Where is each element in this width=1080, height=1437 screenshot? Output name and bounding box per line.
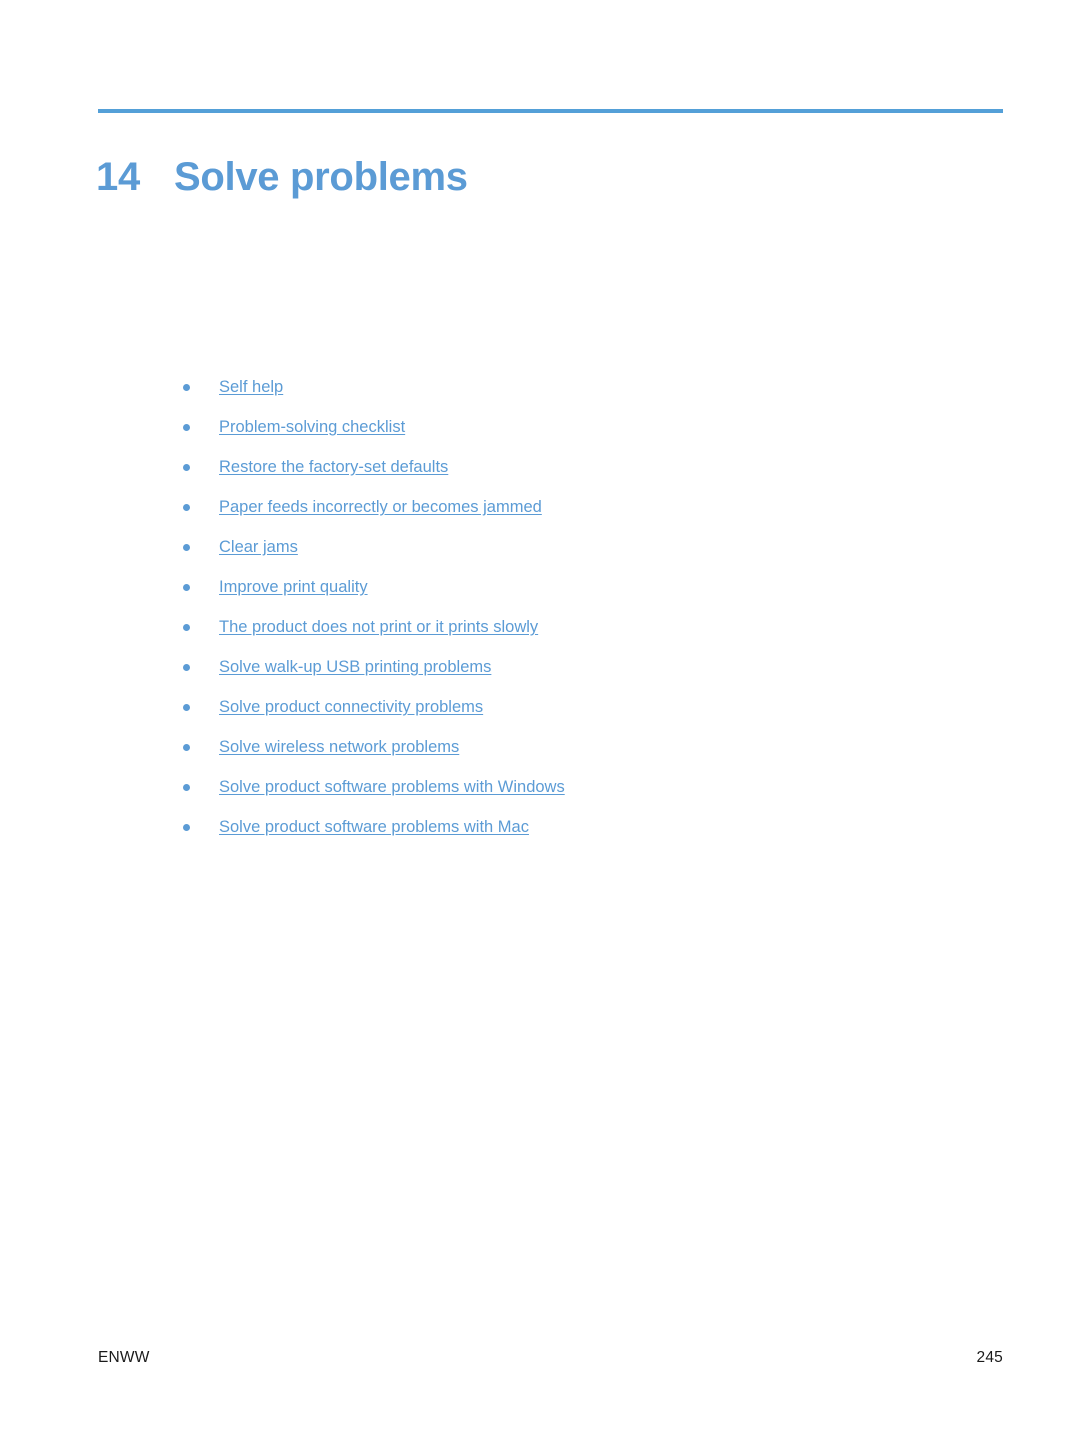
toc-link-restore-factory-set-defaults[interactable]: Restore the factory-set defaults	[219, 457, 448, 478]
page-title: 14 Solve problems	[96, 151, 1001, 203]
toc-link-improve-print-quality[interactable]: Improve print quality	[219, 577, 368, 598]
list-item[interactable]: Clear jams	[180, 537, 960, 577]
list-item[interactable]: Paper feeds incorrectly or becomes jamme…	[180, 497, 960, 537]
toc-link-clear-jams[interactable]: Clear jams	[219, 537, 298, 558]
list-item[interactable]: Solve wireless network problems	[180, 737, 960, 777]
bullet-dot-icon	[183, 744, 190, 751]
toc-link-product-connectivity[interactable]: Solve product connectivity problems	[219, 697, 483, 718]
toc-link-software-problems-mac[interactable]: Solve product software problems with Mac	[219, 817, 529, 838]
chapter-title-text: Solve problems	[174, 154, 468, 199]
bullet-dot-icon	[183, 504, 190, 511]
toc-link-product-does-not-print[interactable]: The product does not print or it prints …	[219, 617, 538, 638]
document-page: 14 Solve problems Self help Problem-solvi…	[0, 0, 1080, 1437]
list-item[interactable]: Solve product software problems with Mac	[180, 817, 960, 857]
toc-link-paper-feeds-incorrectly[interactable]: Paper feeds incorrectly or becomes jamme…	[219, 497, 542, 518]
toc-link-walk-up-usb-printing[interactable]: Solve walk-up USB printing problems	[219, 657, 491, 678]
bullet-dot-icon	[183, 824, 190, 831]
chapter-number: 14	[96, 154, 140, 199]
chapter-header-rule	[98, 109, 1003, 113]
list-item[interactable]: Solve product software problems with Win…	[180, 777, 960, 817]
bullet-dot-icon	[183, 704, 190, 711]
bullet-dot-icon	[183, 664, 190, 671]
bullet-dot-icon	[183, 584, 190, 591]
list-item[interactable]: Self help	[180, 377, 960, 417]
footer-locale-label: ENWW	[98, 1349, 150, 1366]
toc-link-self-help[interactable]: Self help	[219, 377, 283, 398]
list-item[interactable]: Solve walk-up USB printing problems	[180, 657, 960, 697]
chapter-contents-list: Self help Problem-solving checklist Rest…	[180, 377, 960, 857]
page-number: 245	[976, 1349, 1003, 1366]
toc-link-software-problems-windows[interactable]: Solve product software problems with Win…	[219, 777, 565, 798]
bullet-dot-icon	[183, 784, 190, 791]
list-item[interactable]: Solve product connectivity problems	[180, 697, 960, 737]
page-footer: ENWW 245	[98, 1346, 1003, 1370]
bullet-dot-icon	[183, 424, 190, 431]
toc-link-problem-solving-checklist[interactable]: Problem-solving checklist	[219, 417, 405, 438]
list-item[interactable]: The product does not print or it prints …	[180, 617, 960, 657]
list-item[interactable]: Restore the factory-set defaults	[180, 457, 960, 497]
toc-link-wireless-network-problems[interactable]: Solve wireless network problems	[219, 737, 459, 758]
bullet-dot-icon	[183, 384, 190, 391]
bullet-dot-icon	[183, 544, 190, 551]
list-item[interactable]: Problem-solving checklist	[180, 417, 960, 457]
bullet-dot-icon	[183, 464, 190, 471]
bullet-dot-icon	[183, 624, 190, 631]
list-item[interactable]: Improve print quality	[180, 577, 960, 617]
